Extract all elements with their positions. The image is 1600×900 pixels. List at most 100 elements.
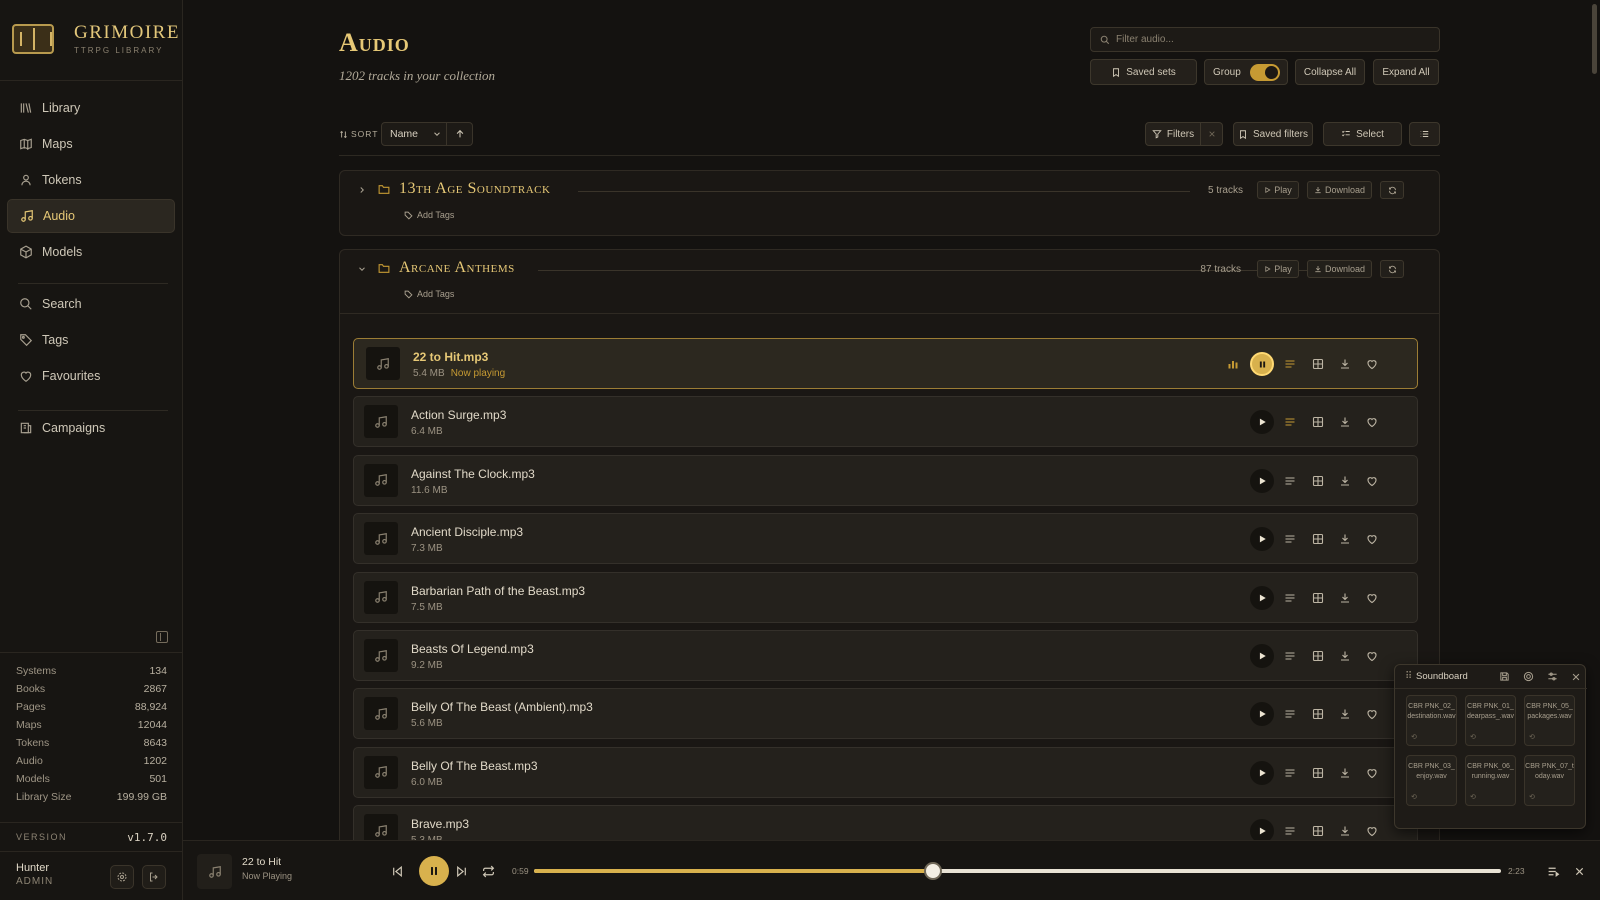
track-row[interactable]: Belly Of The Beast.mp3 6.0 MB bbox=[353, 746, 1418, 798]
soundboard-pad[interactable]: CBR PNK_03_enjoy.wav ⟲ bbox=[1406, 755, 1457, 806]
sidebar-item-favourites[interactable]: Favourites bbox=[7, 359, 175, 393]
track-row[interactable]: Against The Clock.mp3 11.6 MB bbox=[353, 454, 1418, 506]
favourite-button[interactable] bbox=[1360, 761, 1384, 785]
play-button[interactable] bbox=[1250, 410, 1274, 435]
favourite-button[interactable] bbox=[1360, 702, 1384, 726]
group-toggle[interactable] bbox=[1249, 63, 1280, 81]
save-icon[interactable] bbox=[1498, 670, 1511, 683]
chevron-right-icon[interactable] bbox=[357, 185, 367, 195]
add-to-soundboard-button[interactable] bbox=[1306, 527, 1330, 551]
sort-select[interactable]: Name bbox=[381, 122, 447, 146]
logout-button[interactable] bbox=[142, 865, 166, 889]
track-row[interactable]: Belly Of The Beast (Ambient).mp3 5.6 MB bbox=[353, 688, 1418, 740]
favourite-button[interactable] bbox=[1360, 469, 1384, 493]
download-button[interactable] bbox=[1333, 644, 1357, 668]
play-button[interactable] bbox=[1250, 644, 1274, 668]
download-button[interactable] bbox=[1333, 702, 1357, 726]
play-button[interactable] bbox=[1250, 585, 1274, 610]
filter-audio-input[interactable] bbox=[1116, 34, 1416, 45]
add-to-soundboard-button[interactable] bbox=[1306, 586, 1330, 610]
queue-button[interactable] bbox=[1543, 861, 1563, 881]
add-to-soundboard-button[interactable] bbox=[1306, 761, 1330, 785]
close-player-button[interactable] bbox=[1569, 861, 1589, 881]
sidebar-item-library[interactable]: Library bbox=[7, 91, 175, 125]
add-to-queue-button[interactable] bbox=[1278, 644, 1302, 668]
favourite-button[interactable] bbox=[1360, 410, 1384, 434]
play-pause-button[interactable] bbox=[419, 856, 449, 886]
previous-button[interactable] bbox=[387, 861, 407, 881]
track-row[interactable]: 22 to Hit.mp3 5.4 MB Now playing bbox=[353, 338, 1418, 389]
download-button[interactable] bbox=[1333, 352, 1357, 376]
drag-handle-icon[interactable]: ⠿ bbox=[1405, 671, 1412, 682]
play-button[interactable] bbox=[1250, 819, 1274, 840]
expand-all-button[interactable]: Expand All bbox=[1373, 59, 1439, 85]
collapse-all-button[interactable]: Collapse All bbox=[1295, 59, 1365, 85]
add-to-soundboard-button[interactable] bbox=[1306, 469, 1330, 493]
track-row[interactable]: Ancient Disciple.mp3 7.3 MB bbox=[353, 513, 1418, 565]
add-to-queue-button[interactable] bbox=[1278, 702, 1302, 726]
soundboard-pad[interactable]: CBR PNK_02_destination.wav ⟲ bbox=[1406, 695, 1457, 746]
group-download-button[interactable]: Download bbox=[1307, 181, 1372, 199]
download-button[interactable] bbox=[1333, 469, 1357, 493]
soundboard-pad[interactable]: CBR PNK_05_packages.wav ⟲ bbox=[1524, 695, 1575, 746]
saved-filters-button[interactable]: Saved filters bbox=[1233, 122, 1313, 146]
collapse-sidebar-icon[interactable] bbox=[156, 631, 168, 643]
add-to-queue-button[interactable] bbox=[1278, 761, 1302, 785]
sidebar-item-tags[interactable]: Tags bbox=[7, 323, 175, 357]
list-view-button[interactable] bbox=[1409, 122, 1440, 146]
soundboard-pad[interactable]: CBR PNK_07_today.wav ⟲ bbox=[1524, 755, 1575, 806]
group-header[interactable]: Arcane Anthems 87 tracks Play Download A… bbox=[340, 250, 1439, 314]
favourite-button[interactable] bbox=[1360, 819, 1384, 840]
add-to-soundboard-button[interactable] bbox=[1306, 819, 1330, 840]
download-button[interactable] bbox=[1333, 819, 1357, 840]
favourite-button[interactable] bbox=[1360, 352, 1384, 376]
download-button[interactable] bbox=[1333, 761, 1357, 785]
clear-filters-button[interactable] bbox=[1201, 122, 1223, 146]
download-button[interactable] bbox=[1333, 410, 1357, 434]
soundboard-pad[interactable]: CBR PNK_06_running.wav ⟲ bbox=[1465, 755, 1516, 806]
add-to-soundboard-button[interactable] bbox=[1306, 352, 1330, 376]
track-row[interactable]: Beasts Of Legend.mp3 9.2 MB bbox=[353, 630, 1418, 681]
sidebar-item-audio[interactable]: Audio bbox=[7, 199, 175, 233]
sidebar-item-models[interactable]: Models bbox=[7, 235, 175, 269]
add-to-soundboard-button[interactable] bbox=[1306, 644, 1330, 668]
add-to-queue-button[interactable] bbox=[1278, 469, 1302, 493]
track-row[interactable]: Barbarian Path of the Beast.mp3 7.5 MB bbox=[353, 571, 1418, 623]
chevron-down-icon[interactable] bbox=[357, 264, 367, 274]
add-to-queue-button[interactable] bbox=[1278, 352, 1302, 376]
group-play-button[interactable]: Play bbox=[1257, 260, 1299, 278]
seek-bar[interactable] bbox=[534, 862, 1501, 880]
add-to-queue-button[interactable] bbox=[1278, 586, 1302, 610]
favourite-button[interactable] bbox=[1360, 586, 1384, 610]
sidebar-item-search[interactable]: Search bbox=[7, 287, 175, 321]
seek-handle[interactable] bbox=[923, 862, 942, 880]
download-button[interactable] bbox=[1333, 527, 1357, 551]
group-download-button[interactable]: Download bbox=[1307, 260, 1372, 278]
saved-sets-button[interactable]: Saved sets bbox=[1090, 59, 1197, 85]
play-button[interactable] bbox=[1250, 760, 1274, 785]
add-tags-button[interactable]: Add Tags bbox=[404, 210, 454, 220]
favourite-button[interactable] bbox=[1360, 527, 1384, 551]
sliders-icon[interactable] bbox=[1546, 670, 1559, 683]
play-button[interactable] bbox=[1250, 702, 1274, 727]
scrollbar-thumb[interactable] bbox=[1592, 4, 1597, 74]
track-row[interactable]: Brave.mp3 5.3 MB bbox=[353, 805, 1418, 840]
group-play-button[interactable]: Play bbox=[1257, 181, 1299, 199]
favourite-button[interactable] bbox=[1360, 644, 1384, 668]
add-to-soundboard-button[interactable] bbox=[1306, 702, 1330, 726]
add-tags-button[interactable]: Add Tags bbox=[404, 289, 454, 299]
group-header[interactable]: 13th Age Soundtrack 5 tracks Play Downlo… bbox=[340, 171, 1439, 231]
play-button[interactable] bbox=[1250, 468, 1274, 493]
settings-button[interactable] bbox=[110, 865, 134, 889]
pause-button[interactable] bbox=[1250, 352, 1274, 376]
add-to-queue-button[interactable] bbox=[1278, 819, 1302, 840]
play-button[interactable] bbox=[1250, 527, 1274, 552]
sidebar-item-tokens[interactable]: Tokens bbox=[7, 163, 175, 197]
close-icon[interactable] bbox=[1569, 670, 1582, 683]
sidebar-item-campaigns[interactable]: Campaigns bbox=[7, 411, 175, 445]
select-button[interactable]: Select bbox=[1323, 122, 1402, 146]
target-icon[interactable] bbox=[1522, 670, 1535, 683]
soundboard-pad[interactable]: CBR PNK_01_dearpass_.wav ⟲ bbox=[1465, 695, 1516, 746]
add-to-queue-button[interactable] bbox=[1278, 527, 1302, 551]
group-refresh-button[interactable] bbox=[1380, 260, 1404, 278]
